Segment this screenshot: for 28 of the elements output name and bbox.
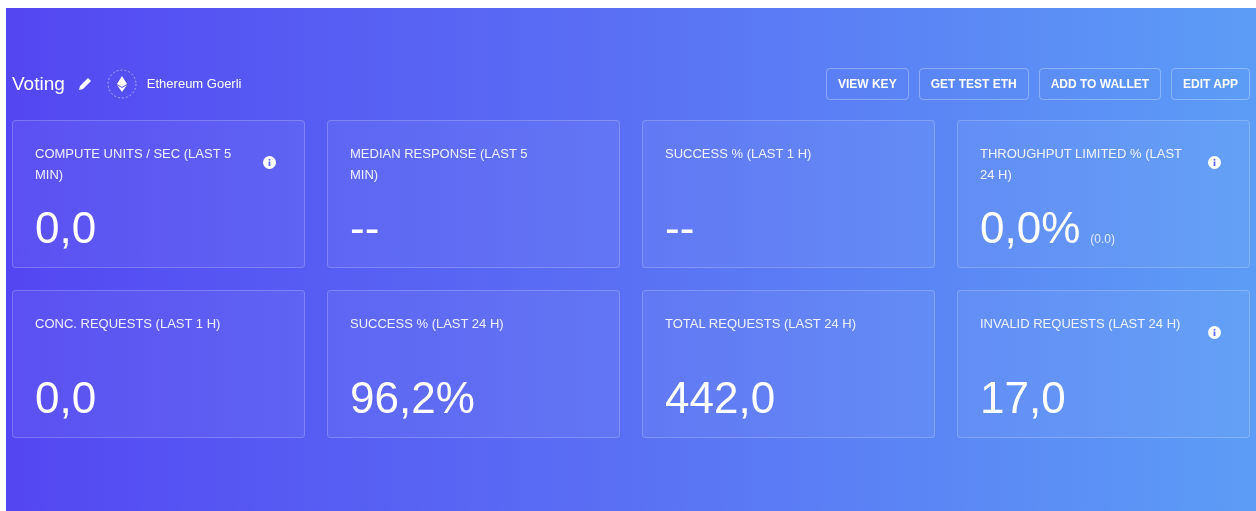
ethereum-icon xyxy=(106,69,137,99)
metric-label: THROUGHPUT LIMITED % (LAST 24 H) xyxy=(980,145,1183,184)
info-icon[interactable] xyxy=(1208,156,1221,169)
metric-label: INVALID REQUESTS (LAST 24 H) xyxy=(980,315,1182,333)
action-button[interactable]: GET TEST ETH xyxy=(918,68,1029,100)
action-button[interactable]: ADD TO WALLET xyxy=(1038,68,1162,100)
metric-value: 442,0 xyxy=(665,373,776,423)
metric-label: TOTAL REQUESTS (LAST 24 H) xyxy=(665,315,857,333)
metric-label: COMPUTE UNITS / SEC (LAST 5 MIN) xyxy=(35,145,233,184)
metric-label: CONC. REQUESTS (LAST 1 H) xyxy=(35,315,222,333)
info-icon[interactable] xyxy=(1208,326,1221,339)
metric-value: 17,0 xyxy=(980,373,1066,423)
metric-value: 96,2% xyxy=(350,373,475,423)
action-button[interactable]: VIEW KEY xyxy=(825,68,909,100)
metric-value: -- xyxy=(665,203,695,253)
metric-subvalue: (0.0) xyxy=(1090,231,1115,248)
app-name: Voting xyxy=(12,71,65,96)
metric-label: SUCCESS % (LAST 24 H) xyxy=(350,315,505,333)
info-icon[interactable] xyxy=(263,156,276,169)
metric-value: 0,0 xyxy=(35,373,97,423)
metric-value: 0,0% xyxy=(980,203,1081,253)
metric-value: 0,0 xyxy=(35,203,97,253)
metric-value: -- xyxy=(350,203,380,253)
pencil-icon[interactable] xyxy=(76,76,93,92)
action-button[interactable]: EDIT APP xyxy=(1171,68,1250,100)
metric-label: SUCCESS % (LAST 1 H) xyxy=(665,145,813,163)
metric-label: MEDIAN RESPONSE (LAST 5 MIN) xyxy=(350,145,529,184)
network-name: Ethereum Goerli xyxy=(146,75,242,94)
